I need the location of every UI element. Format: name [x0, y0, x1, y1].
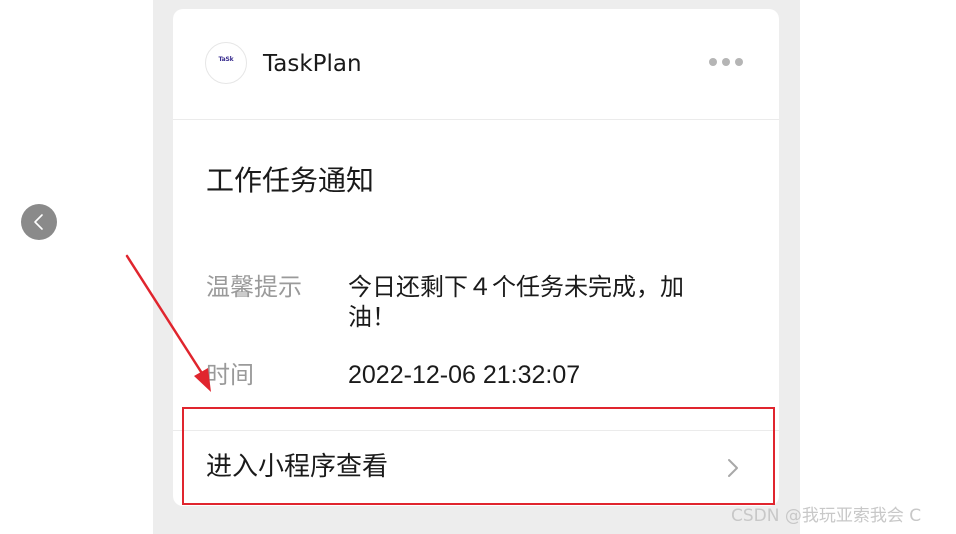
- time-label: 时间: [206, 361, 254, 389]
- app-logo-mark: TaSk: [218, 55, 234, 63]
- app-name: TaskPlan: [263, 51, 362, 77]
- dot: [722, 58, 730, 66]
- open-mini-program-label: 进入小程序查看: [206, 452, 389, 482]
- back-button[interactable]: [21, 204, 57, 240]
- screenshot-stage: TaSk TaskPlan 工作任务通知 温馨提示 今日还剩下４个任务未完成，加…: [0, 0, 956, 534]
- tip-value: 今日还剩下４个任务未完成，加油！: [348, 273, 684, 331]
- card-title: 工作任务通知: [206, 164, 375, 197]
- more-dots-icon[interactable]: [709, 58, 743, 66]
- dot: [735, 58, 743, 66]
- card-header: TaSk TaskPlan: [173, 9, 779, 120]
- dot: [709, 58, 717, 66]
- open-mini-program-link[interactable]: 进入小程序查看: [173, 431, 779, 506]
- chevron-right-icon: [728, 459, 738, 477]
- app-avatar[interactable]: TaSk: [205, 42, 247, 84]
- csdn-watermark: CSDN @我玩亚索我会 C: [731, 506, 922, 526]
- tip-label: 温馨提示: [206, 273, 302, 301]
- time-value: 2022-12-06 21:32:07: [348, 361, 581, 389]
- notification-card: TaSk TaskPlan 工作任务通知 温馨提示 今日还剩下４个任务未完成，加…: [173, 9, 779, 506]
- chevron-left-icon: [34, 214, 43, 230]
